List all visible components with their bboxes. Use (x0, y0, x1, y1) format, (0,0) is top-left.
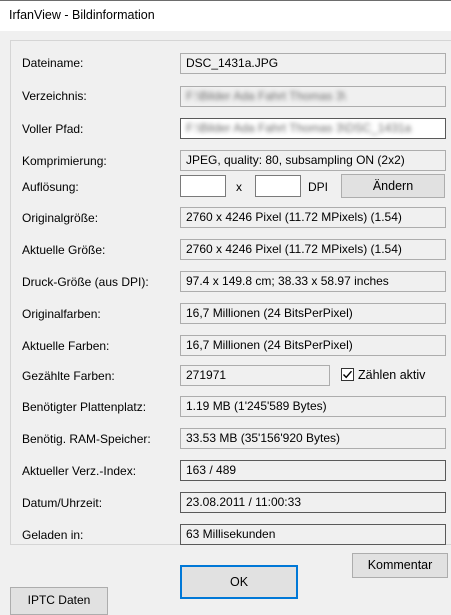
aendern-button[interactable]: Ändern (341, 174, 445, 198)
gezaehlte-farben-label: Gezählte Farben: (22, 369, 115, 383)
ram-speicher-label: Benötig. RAM-Speicher: (22, 432, 151, 446)
dpi-x-input[interactable] (180, 175, 226, 197)
voller-pfad-value[interactable]: F:\Bilder Ada Fahrt Thomas 3\DSC_1431a (180, 118, 446, 139)
plattenplatz-label: Benötigter Plattenplatz: (22, 400, 147, 414)
originalfarben-value[interactable]: 16,7 Millionen (24 BitsPerPixel) (180, 303, 446, 324)
aktuelle-groesse-value[interactable]: 2760 x 4246 Pixel (11.72 MPixels) (1.54) (180, 239, 446, 260)
geladen-value[interactable]: 63 Millisekunden (180, 524, 446, 545)
voller-pfad-text: F:\Bilder Ada Fahrt Thomas 3\DSC_1431a (186, 121, 412, 135)
druck-groesse-label: Druck-Größe (aus DPI): (22, 275, 149, 289)
geladen-label: Geladen in: (22, 528, 84, 542)
aufloesung-label: Auflösung: (22, 180, 79, 194)
originalgroesse-label: Originalgröße: (22, 211, 99, 225)
komprimierung-value[interactable]: JPEG, quality: 80, subsampling ON (2x2) (180, 150, 446, 171)
voller-pfad-label: Voller Pfad: (22, 122, 84, 136)
zaehlen-aktiv-label[interactable]: Zählen aktiv (358, 368, 425, 382)
iptc-daten-button[interactable]: IPTC Daten (10, 587, 108, 615)
title-bar: IrfanView - Bildinformation (0, 0, 451, 31)
ram-speicher-value[interactable]: 33.53 MB (35'156'920 Bytes) (180, 428, 446, 449)
kommentar-button[interactable]: Kommentar (352, 553, 448, 578)
aktuelle-farben-value[interactable]: 16,7 Millionen (24 BitsPerPixel) (180, 335, 446, 356)
plattenplatz-value[interactable]: 1.19 MB (1'245'589 Bytes) (180, 396, 446, 417)
verzeichnis-value[interactable]: F:\Bilder Ada Fahrt Thomas 3\ (180, 86, 446, 107)
gezaehlte-farben-value[interactable]: 271971 (180, 365, 330, 386)
dpi-separator: x (236, 180, 242, 194)
checkmark-icon (342, 370, 353, 379)
aktuelle-farben-label: Aktuelle Farben: (22, 339, 110, 353)
druck-groesse-value[interactable]: 97.4 x 149.8 cm; 38.33 x 58.97 inches (180, 271, 446, 292)
verzeichnis-label: Verzeichnis: (22, 89, 87, 103)
datum-label: Datum/Uhrzeit: (22, 496, 103, 510)
dateiname-label: Dateiname: (22, 56, 84, 70)
verz-index-value[interactable]: 163 / 489 (180, 460, 446, 481)
verzeichnis-text: F:\Bilder Ada Fahrt Thomas 3\ (186, 89, 346, 103)
verz-index-label: Aktueller Verz.-Index: (22, 464, 137, 478)
zaehlen-aktiv-checkbox[interactable] (341, 368, 354, 381)
dateiname-value[interactable]: DSC_1431a.JPG (180, 53, 446, 74)
dpi-y-input[interactable] (255, 175, 301, 197)
datum-value[interactable]: 23.08.2011 / 11:00:33 (180, 492, 446, 513)
originalfarben-label: Originalfarben: (22, 307, 101, 321)
dpi-unit-label: DPI (308, 180, 329, 194)
ok-button[interactable]: OK (180, 565, 298, 599)
aktuelle-groesse-label: Aktuelle Größe: (22, 243, 106, 257)
originalgroesse-value[interactable]: 2760 x 4246 Pixel (11.72 MPixels) (1.54) (180, 207, 446, 228)
window-title: IrfanView - Bildinformation (9, 8, 155, 22)
komprimierung-label: Komprimierung: (22, 154, 107, 168)
